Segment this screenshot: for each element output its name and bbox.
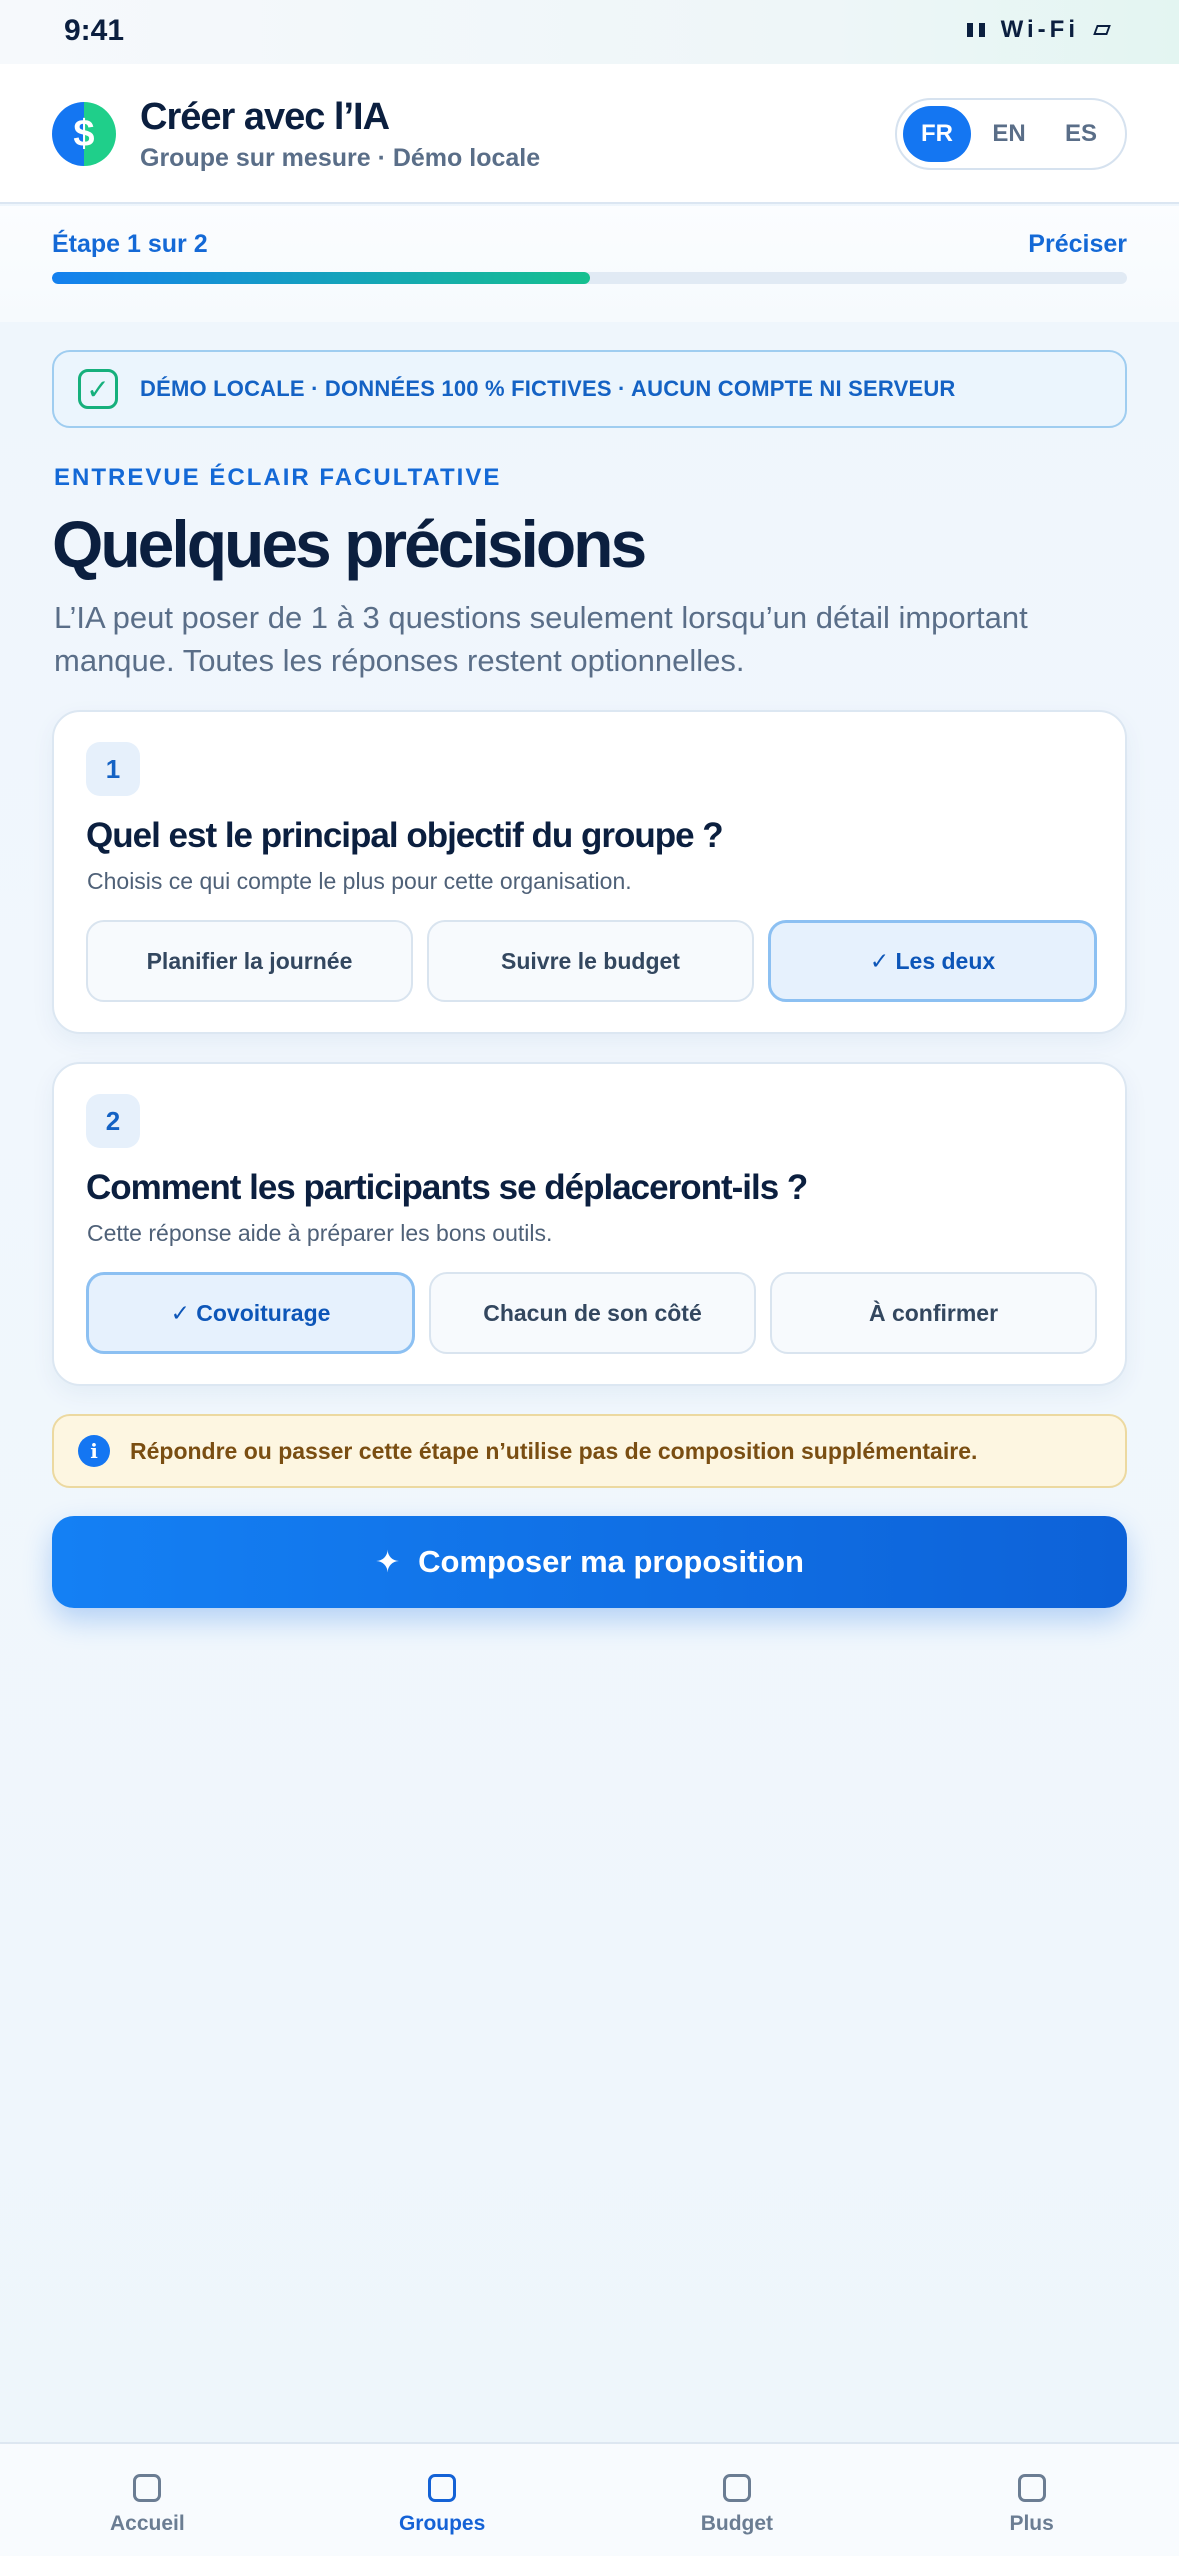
battery-icon	[1093, 25, 1111, 35]
nav-label: Accueil	[110, 2512, 185, 2535]
compose-proposal-button[interactable]: ✦ Composer ma proposition	[52, 1516, 1127, 1608]
section-eyebrow: ENTREVUE ÉCLAIR FACULTATIVE	[54, 464, 502, 491]
budget-icon	[722, 2474, 751, 2502]
question-card-1: 1 Quel est le principal objectif du grou…	[52, 710, 1127, 1034]
status-indicators: Wi-Fi	[966, 16, 1111, 44]
question-hint: Choisis ce qui compte le plus pour cette…	[87, 868, 632, 894]
check-icon: ✓	[78, 369, 118, 409]
question-options: ✓ Covoiturage Chacun de son côté À confi…	[86, 1272, 1097, 1354]
progress-bar	[52, 272, 1127, 284]
step-next-label: Préciser	[1028, 230, 1127, 258]
bottom-navigation: Accueil Groupes Budget Plus	[0, 2442, 1179, 2556]
progress-fill	[52, 272, 590, 284]
question-options: Planifier la journée Suivre le budget ✓ …	[86, 920, 1097, 1002]
dollar-logo-icon: $	[52, 102, 116, 166]
option-chacun-de-son-cote-button[interactable]: Chacun de son côté	[429, 1272, 756, 1354]
app-subtitle: Groupe sur mesure · Démo locale	[140, 144, 541, 172]
nav-item-budget[interactable]: Budget	[590, 2444, 885, 2556]
nav-label: Budget	[700, 2512, 774, 2535]
option-covoiturage-button[interactable]: ✓ Covoiturage	[86, 1272, 415, 1354]
option-les-deux-button[interactable]: ✓ Les deux	[768, 920, 1097, 1002]
demo-banner: ✓ DÉMO LOCALE · DONNÉES 100 % FICTIVES ·…	[52, 350, 1127, 428]
home-icon	[133, 2474, 162, 2502]
status-bar: 9:41 Wi-Fi	[0, 0, 1179, 64]
network-label: Wi-Fi	[1000, 16, 1079, 43]
step-label: Étape 1 sur 2	[52, 230, 208, 258]
question-number: 2	[86, 1094, 140, 1148]
info-banner: i Répondre ou passer cette étape n’utili…	[52, 1414, 1127, 1488]
nav-item-accueil[interactable]: Accueil	[0, 2444, 295, 2556]
nav-label: Groupes	[398, 2512, 486, 2535]
page-description: L’IA peut poser de 1 à 3 questions seule…	[54, 600, 1028, 678]
language-fr-button[interactable]: FR	[903, 106, 971, 162]
option-suivre-budget-button[interactable]: Suivre le budget	[427, 920, 754, 1002]
compose-proposal-label: Composer ma proposition	[418, 1544, 804, 1579]
question-hint: Cette réponse aide à préparer les bons o…	[87, 1220, 553, 1246]
nav-item-groupes[interactable]: Groupes	[295, 2444, 590, 2556]
more-icon	[1017, 2474, 1046, 2502]
app-title: Créer avec l’IA	[140, 96, 390, 138]
question-title: Quel est le principal objectif du groupe…	[86, 816, 724, 855]
language-switcher: FR EN ES	[895, 98, 1127, 170]
question-card-2: 2 Comment les participants se déplaceron…	[52, 1062, 1127, 1386]
nav-item-plus[interactable]: Plus	[884, 2444, 1179, 2556]
info-icon: i	[78, 1435, 110, 1467]
info-banner-text: Répondre ou passer cette étape n’utilise…	[130, 1437, 978, 1464]
groups-icon	[428, 2474, 457, 2502]
signal-icon	[966, 16, 991, 44]
option-planifier-journee-button[interactable]: Planifier la journée	[86, 920, 413, 1002]
status-time: 9:41	[64, 14, 125, 47]
demo-banner-text: DÉMO LOCALE · DONNÉES 100 % FICTIVES · A…	[140, 376, 956, 401]
question-number: 1	[86, 742, 140, 796]
sparkle-icon: ✦	[375, 1545, 401, 1579]
app-header: $ Créer avec l’IA Groupe sur mesure · Dé…	[0, 64, 1179, 204]
question-title: Comment les participants se déplaceront-…	[86, 1168, 808, 1207]
language-en-button[interactable]: EN	[975, 106, 1043, 162]
option-a-confirmer-button[interactable]: À confirmer	[770, 1272, 1097, 1354]
page-title: Quelques précisions	[52, 507, 647, 581]
step-progress: Étape 1 sur 2 Préciser	[0, 206, 1179, 322]
language-es-button[interactable]: ES	[1047, 106, 1115, 162]
nav-label: Plus	[1009, 2512, 1054, 2535]
